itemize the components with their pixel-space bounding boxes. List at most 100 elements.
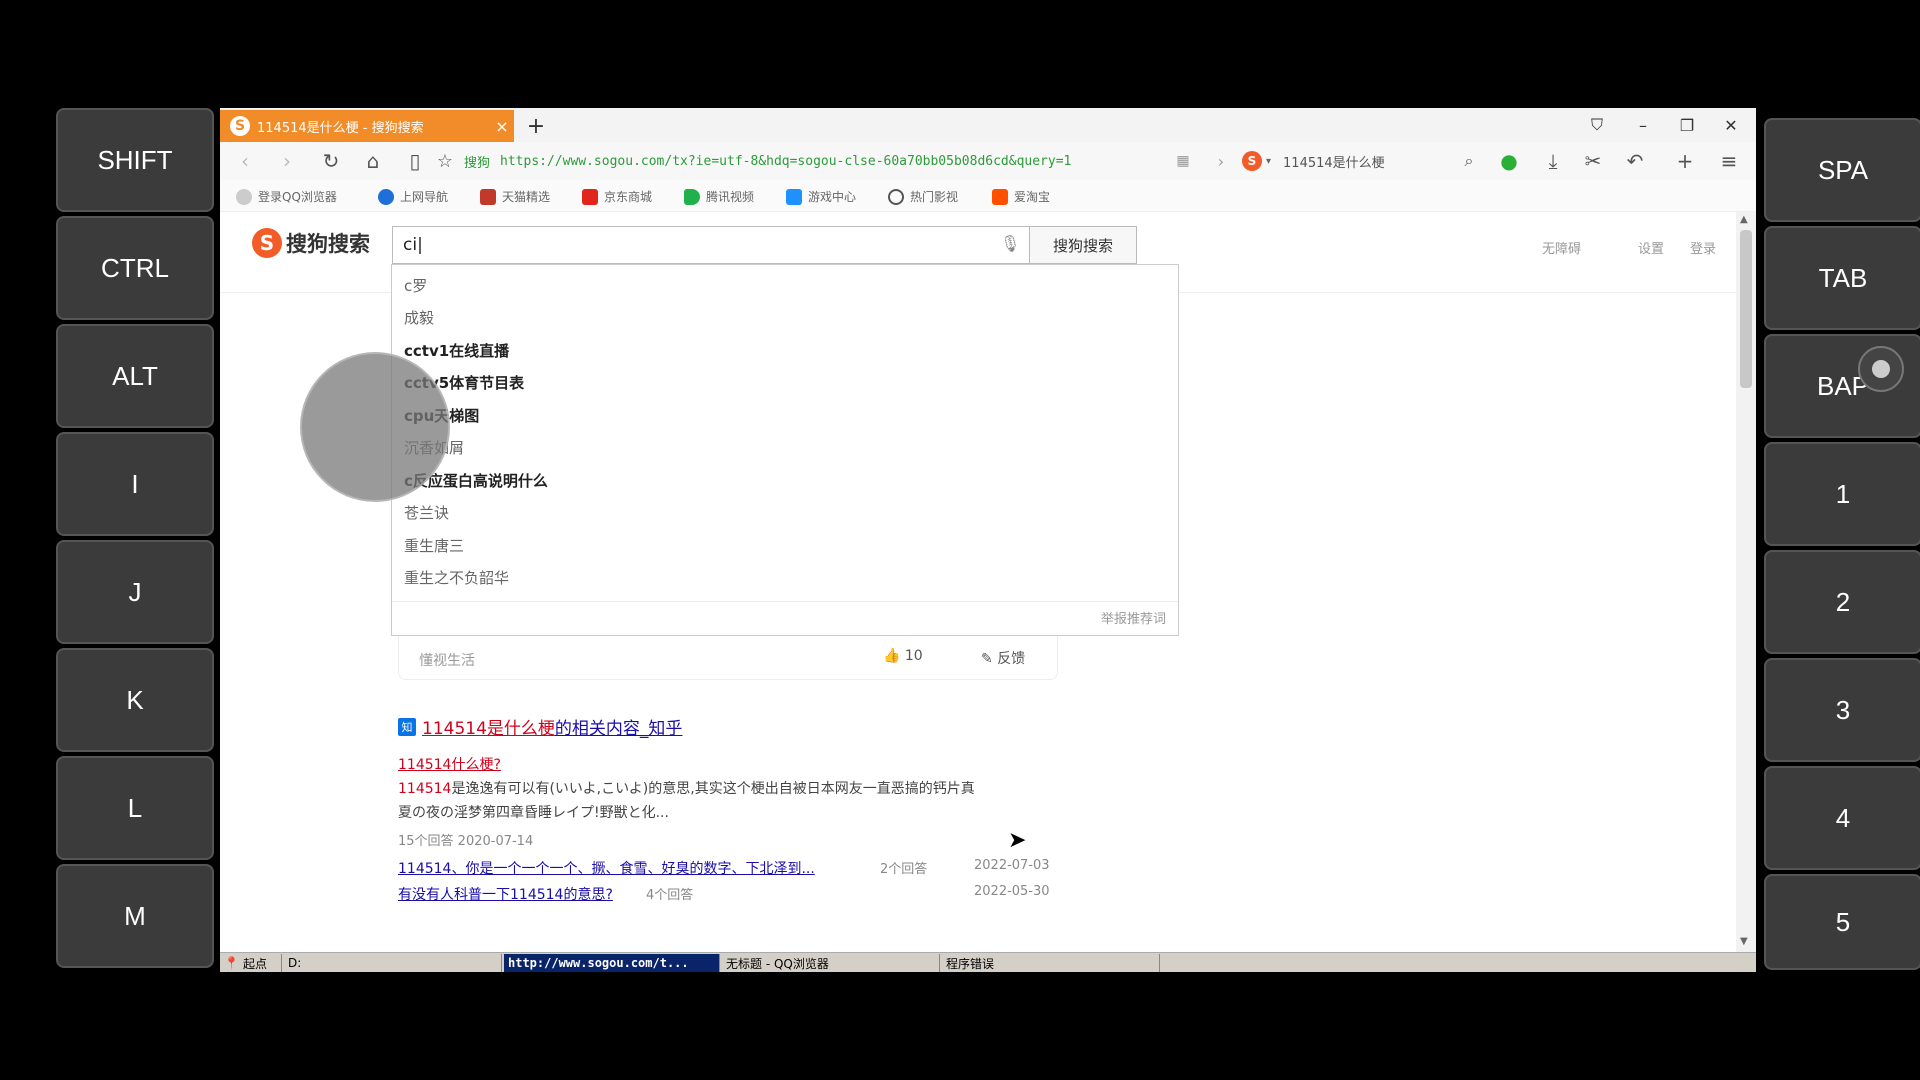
chevron-down-icon[interactable]: ▾	[1266, 156, 1271, 167]
url-text: https://www.sogou.com/tx?ie=utf-8&hdq=so…	[500, 153, 1072, 169]
related-link[interactable]: 有没有人科普一下114514的意思?	[398, 887, 613, 903]
wechat-icon[interactable]: ●	[1496, 148, 1522, 174]
scroll-down-icon[interactable]: ▼	[1740, 936, 1748, 947]
reader-icon[interactable]: ▯	[402, 148, 428, 174]
refresh-icon[interactable]: ↻	[318, 148, 344, 174]
bookmark-item[interactable]: 热门影视	[888, 188, 958, 205]
download-icon[interactable]: ⤓	[1540, 148, 1566, 174]
floating-ball-button[interactable]	[1858, 346, 1904, 392]
result-snippet-2: 夏の夜の淫梦第四章昏睡レイプ!野獣と化...	[398, 802, 669, 822]
result-title[interactable]: 知 114514是什么梗 的相关内容_知乎	[398, 714, 682, 739]
result-subquestion[interactable]: 114514什么梗?	[398, 754, 501, 774]
related-link[interactable]: 114514、你是一个一个一个、撅、食雪、好臭的数字、下北泽到...	[398, 861, 815, 877]
suggestion-item[interactable]: 重生之不负韶华	[404, 567, 509, 588]
key-tab[interactable]: TAB	[1764, 226, 1920, 330]
drive-label[interactable]: D:	[284, 954, 502, 972]
taskbar-item-active[interactable]: http://www.sogou.com/t...	[504, 954, 720, 972]
menu-icon[interactable]: ≡	[1716, 148, 1742, 174]
pin-icon[interactable]: ⛉	[1582, 112, 1612, 138]
bookmark-item[interactable]: 登录QQ浏览器	[236, 188, 337, 205]
user-icon	[236, 188, 252, 205]
like-button[interactable]: 👍 10	[883, 648, 923, 664]
tab-active[interactable]: S 114514是什么梗 - 搜狗搜索 ×	[220, 110, 514, 142]
key-j[interactable]: J	[56, 540, 214, 644]
bookmark-label: 热门影视	[910, 190, 959, 204]
key-bap[interactable]: BAP	[1764, 334, 1920, 438]
suggestion-item[interactable]: 重生唐三	[404, 535, 464, 556]
bookmark-item[interactable]: 腾讯视频	[684, 188, 754, 205]
related-count: 2个回答	[880, 862, 928, 877]
taskbar-item[interactable]: 程序错误	[942, 954, 1160, 972]
taskbar: 📍 起点 D: http://www.sogou.com/t... 无标题 - Q…	[220, 952, 1756, 972]
touch-indicator	[300, 352, 450, 502]
minimize-icon[interactable]: –	[1628, 112, 1658, 138]
nav-toolbar: ‹ › ↻ ⌂ ▯ ☆ 搜狗 https://www.sogou.com/tx?…	[220, 142, 1756, 180]
search-engine-icon[interactable]: S	[1242, 151, 1262, 171]
screen: SHIFT CTRL ALT I J K L M SPA TAB BAP 1 2…	[0, 0, 1920, 1080]
key-i[interactable]: I	[56, 432, 214, 536]
key-shift[interactable]: SHIFT	[56, 108, 214, 212]
browser-window: S 114514是什么梗 - 搜狗搜索 × + ⛉ – ❐ ✕ ‹ › ↻ ⌂ …	[220, 108, 1756, 972]
key-3[interactable]: 3	[1764, 658, 1920, 762]
qr-icon[interactable]: ▦	[1170, 148, 1196, 174]
login-link[interactable]: 登录	[1690, 238, 1716, 257]
address-bar[interactable]: 搜狗 https://www.sogou.com/tx?ie=utf-8&hdq…	[464, 147, 1216, 175]
feedback-button[interactable]: ✎ 反馈	[981, 648, 1025, 668]
bookmark-item[interactable]: 京东商城	[582, 188, 652, 205]
settings-link[interactable]: 设置	[1638, 238, 1664, 257]
key-5[interactable]: 5	[1764, 874, 1920, 970]
scroll-up-icon[interactable]: ▲	[1740, 214, 1748, 225]
sogou-logo[interactable]: S 搜狗搜索	[252, 228, 370, 258]
bookmark-item[interactable]: 上网导航	[378, 188, 448, 205]
report-suggestions-link[interactable]: 举报推荐词	[1101, 608, 1166, 627]
key-l[interactable]: L	[56, 756, 214, 860]
related-link-row[interactable]: 有没有人科普一下114514的意思?	[398, 884, 613, 904]
new-tab-button[interactable]: +	[522, 112, 550, 140]
accessibility-link[interactable]: 无障碍	[1542, 238, 1581, 257]
start-button[interactable]: 📍 起点	[220, 954, 282, 972]
scroll-thumb[interactable]	[1740, 230, 1752, 388]
star-icon[interactable]: ☆	[432, 148, 458, 174]
vertical-scrollbar[interactable]: ▲ ▼	[1736, 212, 1756, 952]
bookmark-item[interactable]: 爱淘宝	[992, 188, 1050, 205]
key-1[interactable]: 1	[1764, 442, 1920, 546]
snippet-text: 是逸逸有可以有(いいよ,こいよ)的意思,其实这个梗出自被日本网友一直恶搞的钙片真	[451, 781, 975, 797]
key-2[interactable]: 2	[1764, 550, 1920, 654]
subquestion-link[interactable]: 114514什么梗?	[398, 757, 501, 773]
taskbar-item[interactable]: 无标题 - QQ浏览器	[722, 954, 940, 972]
search-input[interactable]: ci|	[392, 226, 1030, 264]
jd-icon	[582, 188, 598, 205]
close-window-icon[interactable]: ✕	[1716, 112, 1746, 138]
scissors-icon[interactable]: ✂	[1580, 148, 1606, 174]
key-m[interactable]: M	[56, 864, 214, 968]
key-4[interactable]: 4	[1764, 766, 1920, 870]
suggestion-item[interactable]: 成毅	[404, 307, 434, 328]
home-icon[interactable]: ⌂	[360, 148, 386, 174]
key-ctrl[interactable]: CTRL	[56, 216, 214, 320]
suggestion-item[interactable]: 苍兰诀	[404, 502, 449, 523]
bookmark-label: 爱淘宝	[1014, 190, 1051, 204]
suggestion-item[interactable]: c罗	[404, 275, 427, 296]
game-icon	[786, 188, 802, 205]
bookmark-label: 腾讯视频	[706, 190, 755, 204]
search-button[interactable]: 搜狗搜索	[1029, 226, 1137, 264]
key-k[interactable]: K	[56, 648, 214, 752]
tab-title: 114514是什么梗 - 搜狗搜索	[257, 120, 424, 136]
forward-icon[interactable]: ›	[274, 148, 300, 174]
microphone-icon[interactable]: 🎙	[1000, 234, 1020, 253]
chevron-right-icon[interactable]: ›	[1208, 148, 1234, 174]
related-link-row[interactable]: 114514、你是一个一个一个、撅、食雪、好臭的数字、下北泽到...	[398, 858, 815, 878]
back-icon[interactable]: ‹	[232, 148, 258, 174]
bookmark-item[interactable]: 游戏中心	[786, 188, 856, 205]
key-alt[interactable]: ALT	[56, 324, 214, 428]
undo-icon[interactable]: ↶	[1622, 148, 1648, 174]
bookmark-item[interactable]: 天猫精选	[480, 188, 550, 205]
search-icon[interactable]: ⌕	[1456, 148, 1482, 174]
tab-close-icon[interactable]: ×	[490, 117, 514, 136]
suggestion-item[interactable]: cctv1在线直播	[404, 340, 509, 361]
key-spa[interactable]: SPA	[1764, 118, 1920, 222]
bookmarks-bar: 登录QQ浏览器 上网导航 天猫精选 京东商城 腾讯视频 游戏中心 热门影视 爱淘…	[220, 180, 1756, 212]
restore-icon[interactable]: ❐	[1672, 112, 1702, 138]
card-source[interactable]: 懂视生活	[419, 650, 475, 670]
add-icon[interactable]: +	[1672, 148, 1698, 174]
